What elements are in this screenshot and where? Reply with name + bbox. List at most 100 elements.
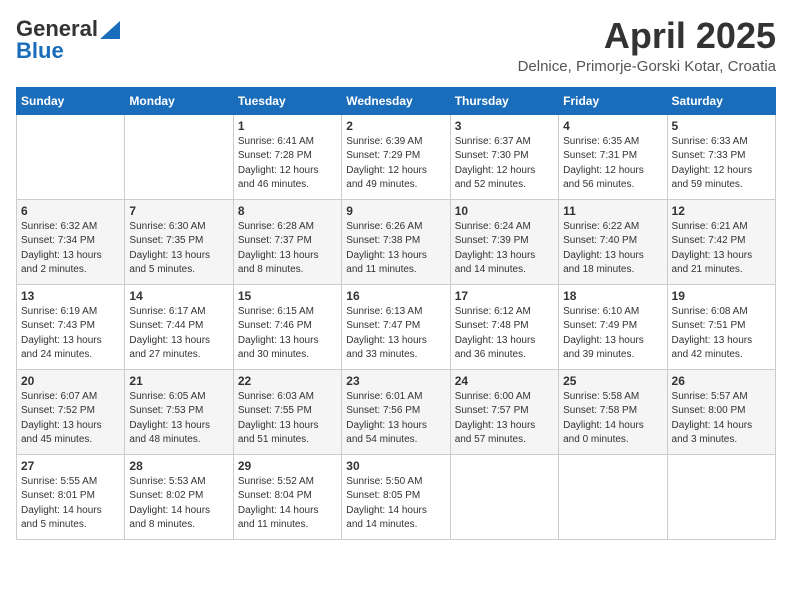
day-number: 25 (563, 374, 662, 388)
header-tuesday: Tuesday (233, 87, 341, 114)
day-detail: Sunrise: 6:07 AM Sunset: 7:52 PM Dayligh… (21, 390, 120, 448)
calendar-cell (667, 454, 775, 539)
calendar-cell: 13Sunrise: 6:19 AM Sunset: 7:43 PM Dayli… (17, 284, 125, 369)
calendar-cell: 11 Sunrise: 6:22 AM Sunset: 7:40 PM Dayli… (559, 199, 667, 284)
day-detail: Sunrise: 6:05 AM Sunset: 7:53 PM Dayligh… (129, 390, 228, 448)
day-detail: Sunrise: 6:08 AM Sunset: 7:51 PM Dayligh… (672, 305, 771, 363)
day-detail: Sunrise: 6:15 AM Sunset: 7:46 PM Dayligh… (238, 305, 337, 363)
day-detail: Sunrise: 6:35 AM Sunset: 7:31 PM Dayligh… (563, 135, 662, 193)
calendar-cell: 16Sunrise: 6:13 AM Sunset: 7:47 PM Dayli… (342, 284, 450, 369)
calendar-cell: 27Sunrise: 5:55 AM Sunset: 8:01 PM Dayli… (17, 454, 125, 539)
calendar-cell: 5 Sunrise: 6:33 AM Sunset: 7:33 PM Daylig… (667, 114, 775, 199)
day-number: 3 (455, 119, 554, 133)
calendar-cell: 4 Sunrise: 6:35 AM Sunset: 7:31 PM Daylig… (559, 114, 667, 199)
calendar-cell: 9 Sunrise: 6:26 AM Sunset: 7:38 PM Daylig… (342, 199, 450, 284)
page-header: General Blue April 2025 Delnice, Primorj… (16, 16, 776, 75)
logo-blue: Blue (16, 38, 64, 64)
day-detail: Sunrise: 5:53 AM Sunset: 8:02 PM Dayligh… (129, 475, 228, 533)
logo: General Blue (16, 16, 120, 64)
day-number: 21 (129, 374, 228, 388)
day-number: 4 (563, 119, 662, 133)
day-detail: Sunrise: 6:37 AM Sunset: 7:30 PM Dayligh… (455, 135, 554, 193)
header-thursday: Thursday (450, 87, 558, 114)
calendar-cell: 2 Sunrise: 6:39 AM Sunset: 7:29 PM Daylig… (342, 114, 450, 199)
day-number: 16 (346, 289, 445, 303)
day-detail: Sunrise: 5:58 AM Sunset: 7:58 PM Dayligh… (563, 390, 662, 448)
day-number: 2 (346, 119, 445, 133)
day-detail: Sunrise: 5:57 AM Sunset: 8:00 PM Dayligh… (672, 390, 771, 448)
day-detail: Sunrise: 6:21 AM Sunset: 7:42 PM Dayligh… (672, 220, 771, 278)
day-detail: Sunrise: 6:01 AM Sunset: 7:56 PM Dayligh… (346, 390, 445, 448)
day-detail: Sunrise: 6:33 AM Sunset: 7:33 PM Dayligh… (672, 135, 771, 193)
calendar-cell: 15 Sunrise: 6:15 AM Sunset: 7:46 PM Dayli… (233, 284, 341, 369)
month-title: April 2025 (518, 16, 776, 56)
calendar-cell: 24 Sunrise: 6:00 AM Sunset: 7:57 PM Dayli… (450, 369, 558, 454)
day-detail: Sunrise: 5:52 AM Sunset: 8:04 PM Dayligh… (238, 475, 337, 533)
day-detail: Sunrise: 6:22 AM Sunset: 7:40 PM Dayligh… (563, 220, 662, 278)
day-number: 28 (129, 459, 228, 473)
day-number: 19 (672, 289, 771, 303)
calendar-cell: 7 Sunrise: 6:30 AM Sunset: 7:35 PM Daylig… (125, 199, 233, 284)
day-number: 7 (129, 204, 228, 218)
day-number: 24 (455, 374, 554, 388)
calendar-cell (559, 454, 667, 539)
day-number: 18 (563, 289, 662, 303)
day-number: 5 (672, 119, 771, 133)
calendar-cell: 6 Sunrise: 6:32 AM Sunset: 7:34 PM Daylig… (17, 199, 125, 284)
calendar-cell: 14 Sunrise: 6:17 AM Sunset: 7:44 PM Dayli… (125, 284, 233, 369)
calendar-week-3: 13Sunrise: 6:19 AM Sunset: 7:43 PM Dayli… (17, 284, 776, 369)
day-detail: Sunrise: 6:17 AM Sunset: 7:44 PM Dayligh… (129, 305, 228, 363)
calendar-cell: 25 Sunrise: 5:58 AM Sunset: 7:58 PM Dayli… (559, 369, 667, 454)
calendar-cell: 18 Sunrise: 6:10 AM Sunset: 7:49 PM Dayli… (559, 284, 667, 369)
day-detail: Sunrise: 6:12 AM Sunset: 7:48 PM Dayligh… (455, 305, 554, 363)
calendar-week-2: 6 Sunrise: 6:32 AM Sunset: 7:34 PM Daylig… (17, 199, 776, 284)
calendar-cell: 29 Sunrise: 5:52 AM Sunset: 8:04 PM Dayli… (233, 454, 341, 539)
calendar-cell: 30 Sunrise: 5:50 AM Sunset: 8:05 PM Dayli… (342, 454, 450, 539)
header-wednesday: Wednesday (342, 87, 450, 114)
day-detail: Sunrise: 6:28 AM Sunset: 7:37 PM Dayligh… (238, 220, 337, 278)
calendar-week-4: 20 Sunrise: 6:07 AM Sunset: 7:52 PM Dayli… (17, 369, 776, 454)
calendar-cell: 12 Sunrise: 6:21 AM Sunset: 7:42 PM Dayli… (667, 199, 775, 284)
calendar-cell: 23 Sunrise: 6:01 AM Sunset: 7:56 PM Dayli… (342, 369, 450, 454)
calendar-cell: 22Sunrise: 6:03 AM Sunset: 7:55 PM Dayli… (233, 369, 341, 454)
calendar-cell: 26Sunrise: 5:57 AM Sunset: 8:00 PM Dayli… (667, 369, 775, 454)
day-number: 11 (563, 204, 662, 218)
day-number: 10 (455, 204, 554, 218)
day-detail: Sunrise: 6:24 AM Sunset: 7:39 PM Dayligh… (455, 220, 554, 278)
calendar-cell: 28 Sunrise: 5:53 AM Sunset: 8:02 PM Dayli… (125, 454, 233, 539)
day-number: 17 (455, 289, 554, 303)
calendar-cell (450, 454, 558, 539)
header-monday: Monday (125, 87, 233, 114)
calendar-body: 1 Sunrise: 6:41 AM Sunset: 7:28 PM Daylig… (17, 114, 776, 539)
day-number: 12 (672, 204, 771, 218)
calendar-week-1: 1 Sunrise: 6:41 AM Sunset: 7:28 PM Daylig… (17, 114, 776, 199)
location: Delnice, Primorje-Gorski Kotar, Croatia (518, 58, 776, 75)
day-number: 8 (238, 204, 337, 218)
day-detail: Sunrise: 6:32 AM Sunset: 7:34 PM Dayligh… (21, 220, 120, 278)
day-detail: Sunrise: 6:19 AM Sunset: 7:43 PM Dayligh… (21, 305, 120, 363)
day-detail: Sunrise: 5:50 AM Sunset: 8:05 PM Dayligh… (346, 475, 445, 533)
day-number: 1 (238, 119, 337, 133)
day-detail: Sunrise: 6:39 AM Sunset: 7:29 PM Dayligh… (346, 135, 445, 193)
day-number: 15 (238, 289, 337, 303)
calendar-cell: 21 Sunrise: 6:05 AM Sunset: 7:53 PM Dayli… (125, 369, 233, 454)
day-detail: Sunrise: 6:30 AM Sunset: 7:35 PM Dayligh… (129, 220, 228, 278)
day-detail: Sunrise: 6:10 AM Sunset: 7:49 PM Dayligh… (563, 305, 662, 363)
day-number: 9 (346, 204, 445, 218)
day-detail: Sunrise: 6:00 AM Sunset: 7:57 PM Dayligh… (455, 390, 554, 448)
day-number: 30 (346, 459, 445, 473)
calendar-cell (125, 114, 233, 199)
day-number: 29 (238, 459, 337, 473)
day-number: 14 (129, 289, 228, 303)
header-sunday: Sunday (17, 87, 125, 114)
calendar-cell: 17 Sunrise: 6:12 AM Sunset: 7:48 PM Dayli… (450, 284, 558, 369)
day-number: 6 (21, 204, 120, 218)
calendar-week-5: 27Sunrise: 5:55 AM Sunset: 8:01 PM Dayli… (17, 454, 776, 539)
calendar-header-row: SundayMondayTuesdayWednesdayThursdayFrid… (17, 87, 776, 114)
day-detail: Sunrise: 6:26 AM Sunset: 7:38 PM Dayligh… (346, 220, 445, 278)
day-number: 20 (21, 374, 120, 388)
calendar-table: SundayMondayTuesdayWednesdayThursdayFrid… (16, 87, 776, 540)
day-number: 23 (346, 374, 445, 388)
calendar-cell: 1 Sunrise: 6:41 AM Sunset: 7:28 PM Daylig… (233, 114, 341, 199)
day-detail: Sunrise: 6:41 AM Sunset: 7:28 PM Dayligh… (238, 135, 337, 193)
